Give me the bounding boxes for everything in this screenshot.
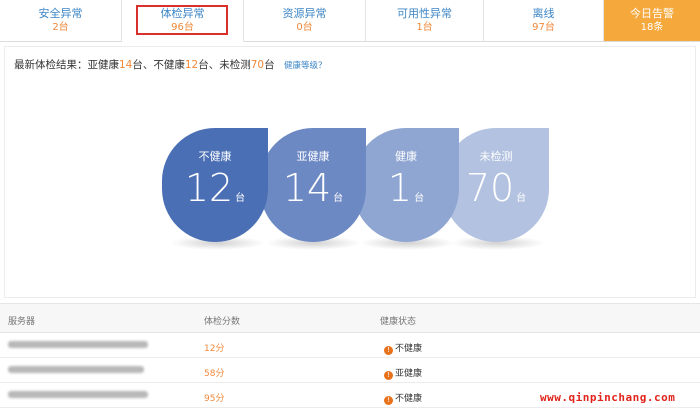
drop-value: 1台 xyxy=(353,166,459,221)
server-name-redacted xyxy=(8,341,148,351)
server-name-redacted xyxy=(8,366,144,376)
health-status-text: 不健康 xyxy=(395,344,423,354)
drop-unhealthy[interactable]: 不健康 12 台 xyxy=(162,128,268,242)
health-status-text: 不健康 xyxy=(395,394,423,404)
column-header-status: 健康状态 xyxy=(380,317,417,327)
drop-label: 亚健康 xyxy=(296,150,330,163)
warning-icon: ! xyxy=(384,396,393,405)
health-status: ! 亚健康 xyxy=(384,366,422,380)
table-row[interactable]: 12分 ! 不健康 xyxy=(0,333,700,358)
drop-number: 1 xyxy=(387,166,413,210)
drop-label: 不健康 xyxy=(198,150,232,163)
health-drop-chart: 未检测 70 台 健康 1台 亚健康 14 台 不健康 12 台 xyxy=(0,0,700,300)
table-row[interactable]: 58分 ! 亚健康 xyxy=(0,358,700,383)
column-header-score: 体检分数 xyxy=(204,317,241,327)
health-status: ! 不健康 xyxy=(384,391,422,405)
checkup-score: 12分 xyxy=(204,344,225,354)
drop-unit: 台 xyxy=(333,193,344,204)
site-watermark: www.qinpinchang.com xyxy=(540,391,676,404)
warning-icon: ! xyxy=(384,371,393,380)
drop-healthy[interactable]: 健康 1台 xyxy=(353,128,459,242)
checkup-score: 95分 xyxy=(204,394,225,404)
drop-sub-healthy[interactable]: 亚健康 14 台 xyxy=(260,128,366,242)
server-name-redacted xyxy=(8,391,148,401)
drop-unit: 台 xyxy=(414,193,425,204)
checkup-score: 58分 xyxy=(204,369,225,379)
drop-number: 70 xyxy=(465,166,515,210)
drop-value: 12 台 xyxy=(162,166,268,221)
warning-icon: ! xyxy=(384,346,393,355)
drop-number: 12 xyxy=(184,166,234,210)
table-header: 服务器 体检分数 健康状态 xyxy=(0,303,700,333)
drop-number: 14 xyxy=(282,166,332,210)
drop-unit: 台 xyxy=(516,193,527,204)
drop-value: 14 台 xyxy=(260,166,366,221)
column-header-server: 服务器 xyxy=(8,317,36,327)
health-status: ! 不健康 xyxy=(384,341,422,355)
health-status-text: 亚健康 xyxy=(395,369,423,379)
drop-label: 健康 xyxy=(395,150,417,163)
drop-unit: 台 xyxy=(235,193,246,204)
